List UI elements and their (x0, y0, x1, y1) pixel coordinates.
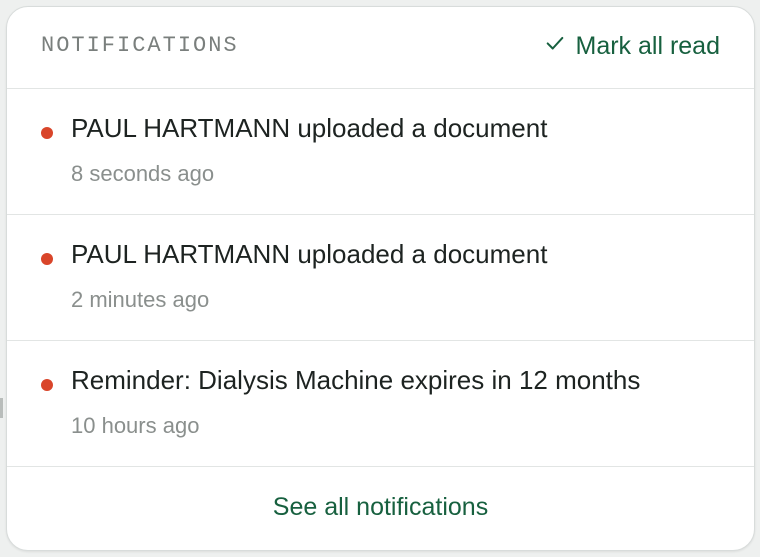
notification-title: PAUL HARTMANN uploaded a document (71, 239, 548, 269)
mark-all-read-label: Mark all read (575, 32, 721, 60)
notification-time: 10 hours ago (71, 413, 200, 438)
notifications-title: NOTIFICATIONS (41, 33, 239, 58)
notification-time: 2 minutes ago (71, 287, 210, 312)
notifications-footer: See all notifications (7, 467, 754, 550)
unread-dot (41, 379, 53, 391)
unread-dot (41, 127, 53, 139)
notifications-header: NOTIFICATIONS Mark all read (7, 7, 754, 89)
notification-time: 8 seconds ago (71, 161, 215, 186)
notifications-panel: NOTIFICATIONS Mark all read PAUL HARTMAN… (6, 6, 755, 551)
notification-item[interactable]: Reminder: Dialysis Machine expires in 12… (7, 341, 754, 467)
notification-title: Reminder: Dialysis Machine expires in 12… (71, 365, 641, 395)
notification-item[interactable]: PAUL HARTMANN uploaded a document 8 seco… (7, 89, 754, 215)
mark-all-read-button[interactable]: Mark all read (544, 32, 721, 61)
background-divider (0, 398, 3, 418)
unread-dot (41, 253, 53, 265)
see-all-notifications-link[interactable]: See all notifications (273, 493, 488, 522)
check-icon (544, 32, 566, 61)
notification-title: PAUL HARTMANN uploaded a document (71, 113, 548, 143)
notification-item[interactable]: PAUL HARTMANN uploaded a document 2 minu… (7, 215, 754, 341)
